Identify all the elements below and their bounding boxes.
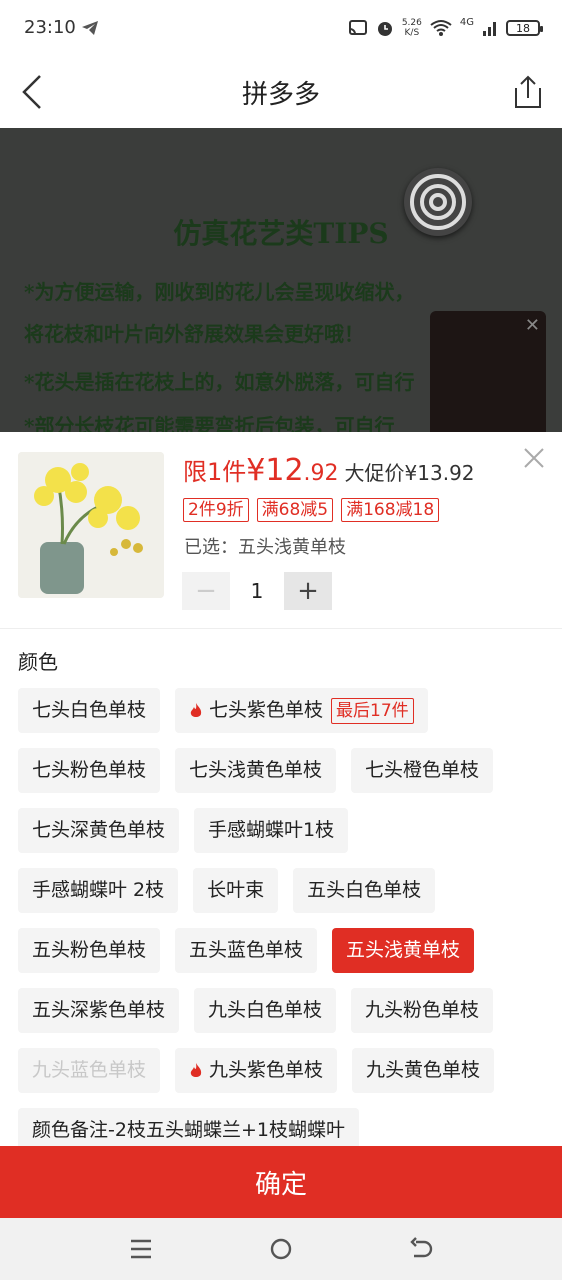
tips-line: 将花枝和叶片向外舒展效果会更好哦！ <box>24 322 364 346</box>
close-icon[interactable]: ✕ <box>525 315 540 336</box>
option-label: 五头蓝色单枝 <box>189 939 304 961</box>
option-row: 七头深黄色单枝 手感蝴蝶叶1枝 <box>18 808 548 853</box>
option-label: 七头浅黄色单枝 <box>189 759 323 781</box>
color-option[interactable]: 长叶束 <box>193 868 279 913</box>
option-label: 九头蓝色单枝 <box>32 1059 147 1081</box>
option-label: 手感蝴蝶叶 2枝 <box>32 879 165 901</box>
option-label: 七头粉色单枝 <box>32 759 147 781</box>
coupon-list: 2件9折 满68减5 满168减18 <box>183 498 440 522</box>
color-option[interactable]: 七头粉色单枝 <box>18 748 161 793</box>
option-label: 九头黄色单枝 <box>366 1059 481 1081</box>
fire-icon <box>190 1062 202 1077</box>
color-option[interactable]: 五头浅黄单枝 <box>332 928 475 973</box>
divider <box>0 628 562 629</box>
coupon-badge: 满68减5 <box>256 498 334 522</box>
net-speed: 5.26 K/S <box>401 18 422 38</box>
page-title: 拼多多 <box>241 80 320 110</box>
status-time: 23:10 <box>24 17 76 38</box>
home-icon[interactable] <box>268 1236 294 1262</box>
option-row: 五头粉色单枝 五头蓝色单枝 五头浅黄单枝 <box>18 928 548 973</box>
coupon-badge: 2件9折 <box>183 498 249 522</box>
video-preview[interactable]: ✕ <box>430 311 546 432</box>
alarm-icon <box>377 22 392 36</box>
option-row: 七头粉色单枝 七头浅黄色单枝 七头橙色单枝 <box>18 748 548 793</box>
price-integer: ¥12 <box>246 453 304 488</box>
color-option[interactable]: 手感蝴蝶叶1枝 <box>194 808 349 853</box>
color-option[interactable]: 九头白色单枝 <box>194 988 337 1033</box>
fire-icon <box>190 702 202 717</box>
signal-icon <box>483 22 496 36</box>
option-label: 九头紫色单枝 <box>209 1059 324 1081</box>
option-label: 七头橙色单枝 <box>365 759 480 781</box>
wifi-icon <box>430 20 452 36</box>
color-option[interactable]: 七头浅黄色单枝 <box>175 748 337 793</box>
back-nav-icon[interactable] <box>408 1236 434 1262</box>
system-nav-bar <box>0 1218 562 1280</box>
section-label-color: 颜色 <box>18 650 58 674</box>
confirm-button[interactable]: 确定 <box>0 1146 562 1218</box>
option-label: 九头粉色单枝 <box>365 999 480 1021</box>
color-option[interactable]: 九头粉色单枝 <box>351 988 494 1033</box>
option-label: 五头粉色单枝 <box>32 939 147 961</box>
color-option[interactable]: 五头蓝色单枝 <box>175 928 318 973</box>
option-label: 长叶束 <box>207 879 265 901</box>
share-icon[interactable] <box>512 74 544 110</box>
battery-icon: 18 <box>506 20 543 36</box>
option-label: 七头白色单枝 <box>32 699 147 721</box>
color-option[interactable]: 九头紫色单枝 <box>175 1048 338 1093</box>
color-option[interactable]: 五头白色单枝 <box>293 868 436 913</box>
coupon-badge: 满168减18 <box>341 498 440 522</box>
price-row: 限1件¥12.92 大促价¥13.92 <box>183 452 475 488</box>
option-row: 七头白色单枝 七头紫色单枝 最后17件 <box>18 688 548 733</box>
status-bar: 23:10 5.26 K/S 4G 18 <box>0 0 562 56</box>
option-label: 手感蝴蝶叶1枝 <box>208 819 335 841</box>
close-icon[interactable] <box>522 446 546 470</box>
option-label: 五头浅黄单枝 <box>346 939 461 961</box>
color-option[interactable]: 七头白色单枝 <box>18 688 161 733</box>
nav-bar: 拼多多 <box>0 56 562 128</box>
increase-button[interactable]: + <box>284 572 332 610</box>
option-label: 五头白色单枝 <box>307 879 422 901</box>
color-option[interactable]: 五头深紫色单枝 <box>18 988 180 1033</box>
cast-icon <box>348 20 367 35</box>
color-options: 七头白色单枝 七头紫色单枝 最后17件七头粉色单枝 七头浅黄色单枝 七头橙色单枝七头深黄… <box>18 688 548 1168</box>
price-decimal: .92 <box>303 461 339 486</box>
product-thumbnail <box>18 452 164 598</box>
status-icons: 5.26 K/S 4G 18 <box>348 14 543 42</box>
tips-title: 仿真花艺类TIPS <box>173 217 389 250</box>
color-option[interactable]: 九头黄色单枝 <box>352 1048 495 1093</box>
flower-image <box>18 452 164 598</box>
network-type: 4G <box>459 16 474 28</box>
menu-icon[interactable] <box>128 1236 154 1262</box>
option-row: 手感蝴蝶叶 2枝 长叶束 五头白色单枝 <box>18 868 548 913</box>
option-label: 七头紫色单枝 <box>209 699 324 721</box>
color-option[interactable]: 七头橙色单枝 <box>351 748 494 793</box>
price-limit: 限1件 <box>183 458 247 486</box>
option-label: 九头白色单枝 <box>208 999 323 1021</box>
quantity-value[interactable]: 1 <box>230 579 284 603</box>
quantity-stepper: − 1 + <box>182 572 332 610</box>
promo-price: 大促价¥13.92 <box>344 461 475 485</box>
tips-line: *部分长枝花可能需要弯折后包装，可自行 <box>24 414 395 432</box>
telegram-icon <box>82 21 98 35</box>
sku-sheet: 限1件¥12.92 大促价¥13.92 2件9折 满68减5 满168减18 已选… <box>0 432 562 1153</box>
color-option[interactable]: 五头粉色单枝 <box>18 928 161 973</box>
color-option[interactable]: 七头深黄色单枝 <box>18 808 180 853</box>
color-option[interactable]: 九头蓝色单枝 <box>18 1048 161 1093</box>
target-icon[interactable] <box>404 168 472 236</box>
tips-line: *为方便运输，刚收到的花儿会呈现收缩状， <box>24 280 415 304</box>
tips-line: *花头是插在花枝上的，如意外脱落，可自行 <box>24 370 415 394</box>
option-label: 七头深黄色单枝 <box>32 819 166 841</box>
selected-sku: 已选：五头浅黄单枝 <box>184 537 346 558</box>
low-stock-badge: 最后17件 <box>331 697 414 724</box>
color-option[interactable]: 手感蝴蝶叶 2枝 <box>18 868 179 913</box>
option-label: 五头深紫色单枝 <box>32 999 166 1021</box>
color-option[interactable]: 七头紫色单枝 最后17件 <box>175 688 428 733</box>
decrease-button[interactable]: − <box>182 572 230 610</box>
product-image: 仿真花艺类TIPS *为方便运输，刚收到的花儿会呈现收缩状， 将花枝和叶片向外舒… <box>0 128 562 432</box>
option-row: 五头深紫色单枝 九头白色单枝 九头粉色单枝 <box>18 988 548 1033</box>
option-row: 九头蓝色单枝 九头紫色单枝 九头黄色单枝 <box>18 1048 548 1093</box>
